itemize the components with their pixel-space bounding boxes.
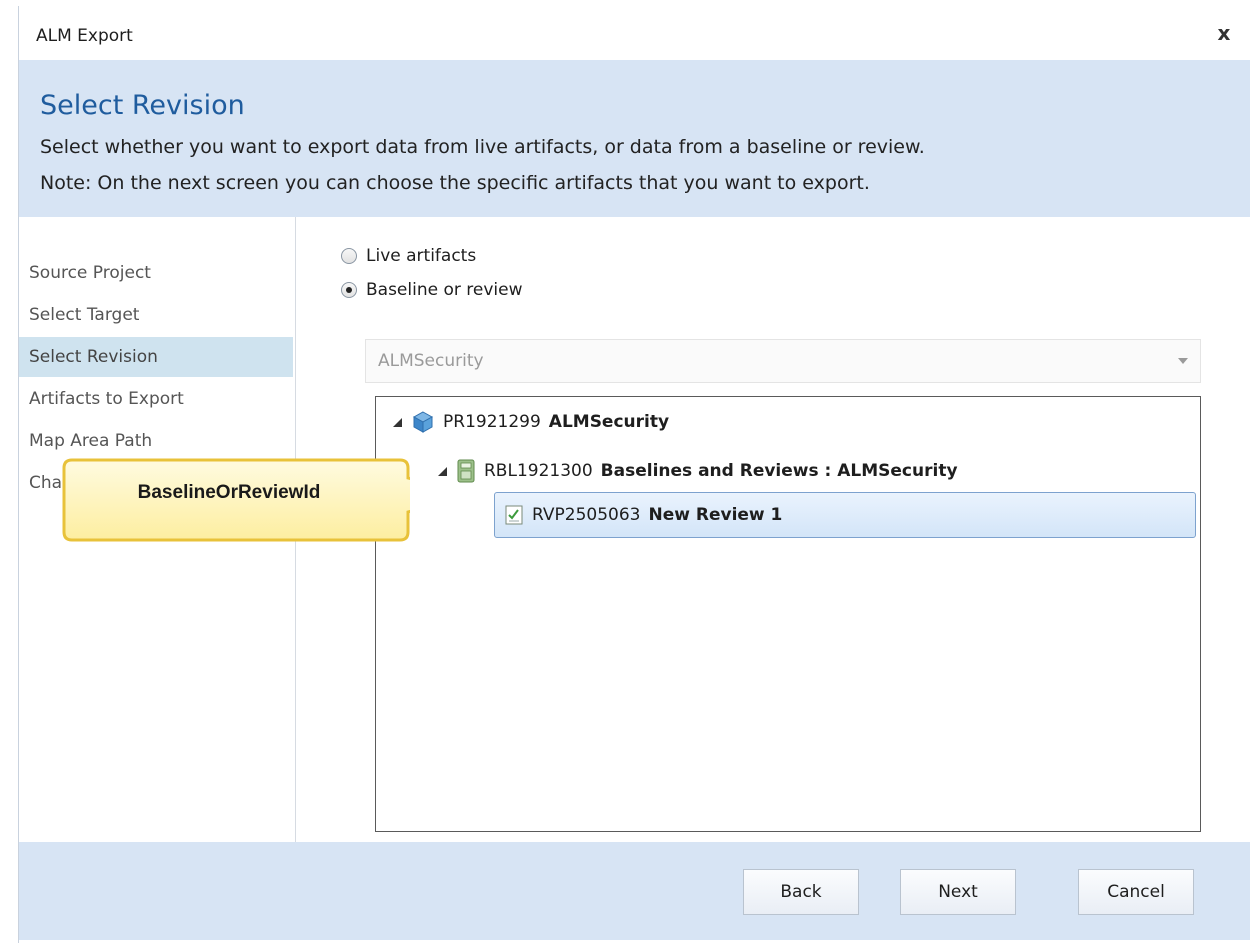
project-dropdown-value: ALMSecurity [378,351,484,371]
back-button[interactable]: Back [743,869,859,915]
project-id: PR1921299 [443,412,541,432]
close-icon[interactable]: x [1211,20,1237,46]
step-source-project[interactable]: Source Project [19,253,293,293]
page-description: Select whether you want to export data f… [40,136,925,158]
live-artifacts-label: Live artifacts [366,246,477,266]
review-id: RVP2505063 [532,505,641,525]
baseline-review-label: Baseline or review [366,280,523,300]
baselines-id: RBL1921300 [484,461,593,481]
expand-arrow-icon[interactable] [393,417,402,427]
callout-text: BaselineOrReviewId [137,482,321,503]
tree-node-baselines[interactable]: RBL1921300 Baselines and Reviews : ALMSe… [438,453,958,489]
wizard-header: Select Revision Select whether you want … [19,60,1250,217]
live-artifacts-radio[interactable] [341,248,357,264]
tree-node-project[interactable]: PR1921299 ALMSecurity [393,404,669,440]
live-artifacts-option[interactable]: Live artifacts [341,243,476,269]
project-dropdown[interactable]: ALMSecurity [365,339,1201,383]
baselines-name: Baselines and Reviews : ALMSecurity [600,461,958,481]
revision-panel: Live artifacts Baseline or review ALMSec… [297,217,1250,842]
step-map-area-path[interactable]: Map Area Path [19,421,293,461]
step-select-revision[interactable]: Select Revision [19,337,293,377]
expand-arrow-icon[interactable] [438,466,447,476]
baseline-review-radio[interactable] [341,282,357,298]
chevron-down-icon[interactable] [1178,358,1188,364]
revision-tree: PR1921299 ALMSecurity RBL1921300 Baselin… [375,396,1201,832]
page-title: Select Revision [40,90,245,121]
review-icon [505,505,523,525]
window-title: ALM Export [36,26,133,46]
folder-icon [457,459,475,483]
step-select-target[interactable]: Select Target [19,295,293,335]
next-button[interactable]: Next [900,869,1016,915]
tree-node-review[interactable]: RVP2505063 New Review 1 [494,492,1196,538]
project-name: ALMSecurity [548,412,670,432]
title-bar: ALM Export x [19,6,1250,60]
step-artifacts-to-export[interactable]: Artifacts to Export [19,379,293,419]
cancel-button[interactable]: Cancel [1078,869,1194,915]
wizard-footer: Back Next Cancel [19,842,1250,940]
callout-tooltip: BaselineOrReviewId [60,458,476,544]
review-name: New Review 1 [648,505,783,525]
page-note: Note: On the next screen you can choose … [40,172,870,194]
baseline-review-option[interactable]: Baseline or review [341,277,523,303]
cube-icon [412,411,434,433]
